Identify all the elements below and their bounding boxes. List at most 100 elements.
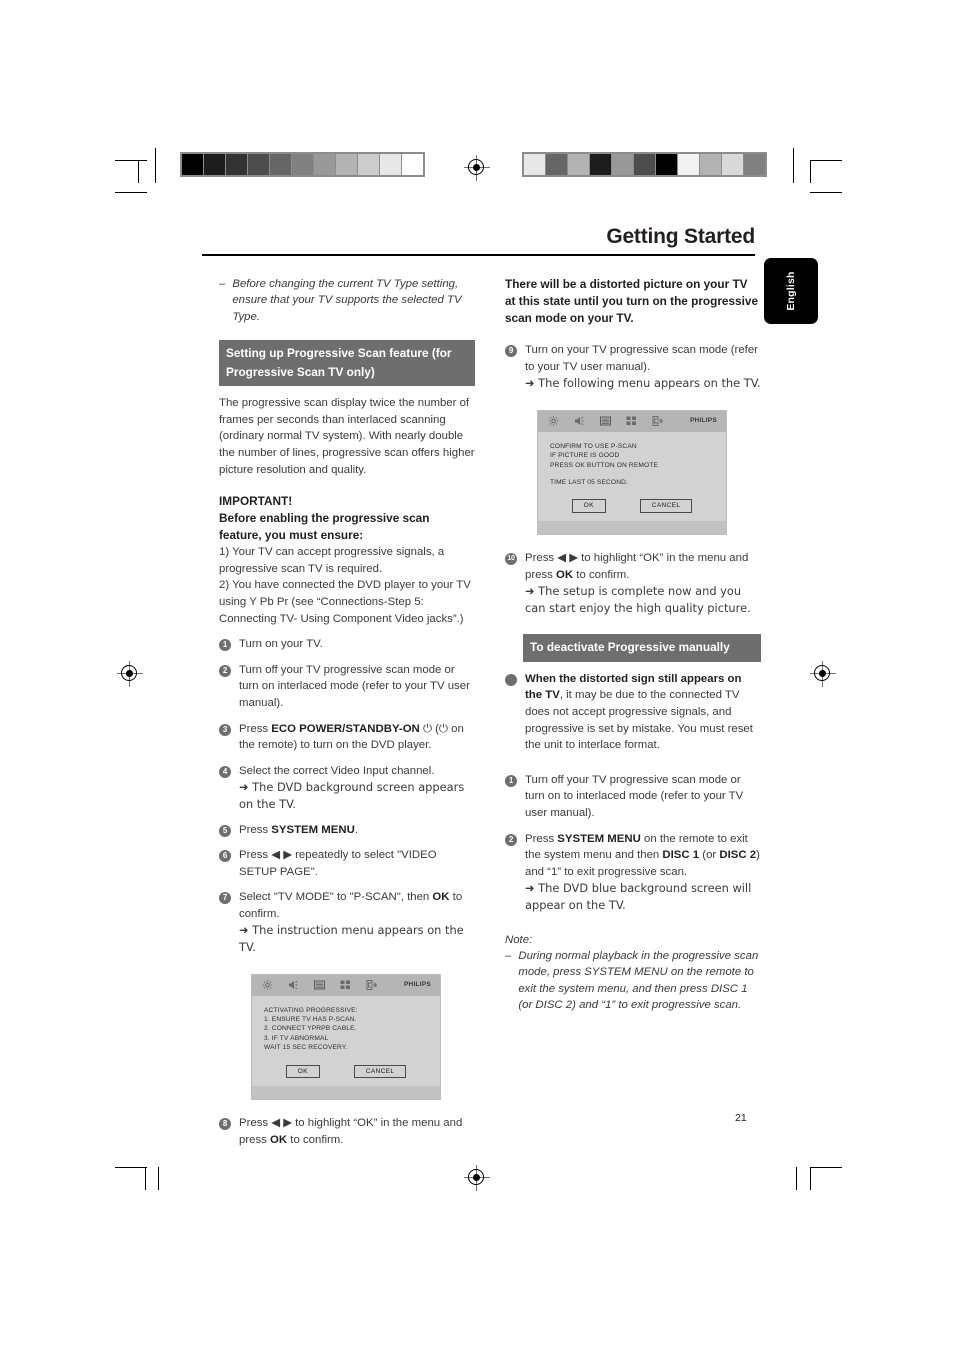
step-item: 5 Press SYSTEM MENU. [219, 822, 475, 839]
important-label: IMPORTANT! [219, 494, 293, 509]
registration-mark-left [117, 661, 143, 687]
step-key-system-menu: SYSTEM MENU [557, 832, 641, 845]
step-number: 5 [219, 824, 231, 837]
crop-mark-top-right-v [810, 160, 812, 183]
gear-icon[interactable] [547, 415, 560, 427]
step-text-after: . [354, 823, 358, 836]
crop-mark-top-right-v2 [793, 148, 795, 183]
registration-mark-right [810, 661, 836, 687]
note-text: During normal playback in the progressiv… [518, 949, 759, 1012]
page-header: Getting Started [202, 225, 755, 257]
registration-mark-top [464, 155, 490, 181]
step-item: 3 Press ECO POWER/STANDBY-ON ⏻ (⏻ on the… [219, 721, 475, 754]
step-text: Press SYSTEM MENU on the remote to exit … [525, 831, 761, 914]
calibration-swatch [678, 154, 699, 175]
step-result: ➜ The setup is complete now and you can … [525, 584, 751, 615]
calibration-swatch [656, 154, 677, 175]
step-result: ➜ The following menu appears on the TV. [525, 376, 761, 391]
step-item: 1 Turn on your TV. [219, 636, 475, 653]
tv-type-note: – Before changing the current TV Type se… [219, 276, 475, 325]
crop-mark-top-left-h2 [115, 192, 147, 194]
calibration-swatch [314, 154, 335, 175]
intro-paragraph: The progressive scan display twice the n… [219, 397, 475, 476]
tv-cancel-button[interactable]: CANCEL [639, 499, 693, 513]
step-number: 4 [219, 765, 231, 778]
speaker-icon[interactable] [573, 415, 586, 427]
step-number: 9 [505, 345, 517, 357]
step-text: Select "TV MODE" to "P-SCAN", then OK to… [239, 889, 475, 955]
page-number: 21 [735, 1112, 747, 1124]
bullet-marker [505, 673, 517, 686]
calibration-swatch [634, 154, 655, 175]
language-tab-label: English [785, 271, 797, 311]
crop-mark-bottom-left-v [145, 1167, 147, 1190]
calibration-swatch [568, 154, 589, 175]
title-rule [202, 254, 755, 257]
calibration-bar-left [180, 152, 425, 177]
step-text-seg: Press [525, 832, 558, 845]
tv-text-line: 3. IF TV ABNORMAL [264, 1034, 329, 1042]
crop-mark-top-left-v [138, 160, 140, 183]
grid-icon[interactable] [339, 979, 352, 991]
step-text: Press ◀ ▶ to highlight “OK” in the menu … [525, 550, 761, 616]
display-icon[interactable] [313, 979, 326, 991]
step-number: 2 [505, 833, 517, 846]
crop-mark-bottom-right-v2 [796, 1167, 798, 1190]
exit-icon[interactable] [365, 979, 378, 991]
tv-ok-button[interactable]: OK [571, 499, 606, 513]
exit-icon[interactable] [651, 415, 664, 427]
tv-screen-confirm-pscan: PHILIPS CONFIRM TO USE P-SCAN IF PICTURE… [537, 409, 727, 535]
crop-mark-top-left-h [115, 160, 147, 162]
step-item: 1 Turn off your TV progressive scan mode… [505, 772, 761, 822]
calibration-swatch [590, 154, 611, 175]
tv-cancel-button[interactable]: CANCEL [353, 1064, 407, 1079]
step-result: ➜ The instruction menu appears on the TV… [239, 923, 464, 955]
calibration-bar-right [522, 152, 767, 177]
step-text: Turn off your TV progressive scan mode o… [525, 773, 744, 819]
note-text: Before changing the current TV Type sett… [232, 278, 462, 323]
distorted-picture-warning: There will be a distorted picture on you… [505, 277, 759, 325]
display-icon[interactable] [599, 415, 612, 427]
gear-icon[interactable] [261, 979, 274, 991]
tv-screen-body: CONFIRM TO USE P-SCAN IF PICTURE IS GOOD… [538, 432, 726, 517]
calibration-swatch [204, 154, 225, 175]
step-key-ok: OK [432, 891, 450, 904]
note-dash: – [505, 949, 512, 962]
calibration-swatch [612, 154, 633, 175]
section-heading-deactivate-progressive: To deactivate Progressive manually [523, 634, 761, 662]
speaker-icon[interactable] [287, 979, 300, 991]
calibration-swatch [700, 154, 721, 175]
crop-mark-bottom-left-v2 [158, 1167, 160, 1190]
grid-icon[interactable] [625, 415, 638, 427]
left-column: – Before changing the current TV Type se… [219, 276, 475, 1157]
tv-button-row: OK CANCEL [264, 1064, 428, 1079]
step-item: 4 Select the correct Video Input channel… [219, 763, 475, 813]
note-block: – During normal playback in the progress… [505, 948, 761, 1014]
step-number: 10 [505, 552, 517, 565]
tv-text-line: ACTIVATING PROGRESSIVE: [264, 1006, 358, 1014]
calibration-swatch [524, 154, 545, 175]
right-column: There will be a distorted picture on you… [505, 276, 761, 1014]
philips-logo: PHILIPS [689, 416, 717, 424]
tv-ok-button[interactable]: OK [285, 1064, 320, 1079]
tv-text-line: TIME LAST 05 SECOND. [550, 479, 628, 486]
calibration-swatch [380, 154, 401, 175]
step-key-disc-2: DISC 2 [719, 849, 757, 862]
tv-text-line: IF PICTURE IS GOOD [550, 452, 620, 460]
tv-text-line: 2. CONNECT YPRPB CABLE. [264, 1025, 357, 1033]
requirement-1: 1) Your TV can accept progressive signal… [219, 546, 445, 575]
tv-screen-footer [538, 520, 726, 534]
note-label: Note: [505, 933, 533, 946]
step-text: Press ◀ ▶ to highlight “OK” in the menu … [239, 1115, 475, 1148]
step-text-after: to confirm. [573, 568, 630, 581]
calibration-swatch [182, 154, 203, 175]
step-text-main: Select the correct Video Input channel. [239, 764, 435, 777]
step-result: ➜ The DVD blue background screen will ap… [525, 881, 752, 912]
step-text: Press ◀ ▶ repeatedly to select "VIDEO SE… [239, 849, 437, 878]
important-subhead: Before enabling the progressive scan fea… [219, 511, 430, 543]
step-text: Turn on your TV progressive scan mode (r… [525, 342, 761, 392]
calibration-swatch [744, 154, 765, 175]
bullet-item: When the distorted sign still appears on… [505, 671, 761, 754]
calibration-swatch [546, 154, 567, 175]
language-tab: English [764, 258, 818, 324]
